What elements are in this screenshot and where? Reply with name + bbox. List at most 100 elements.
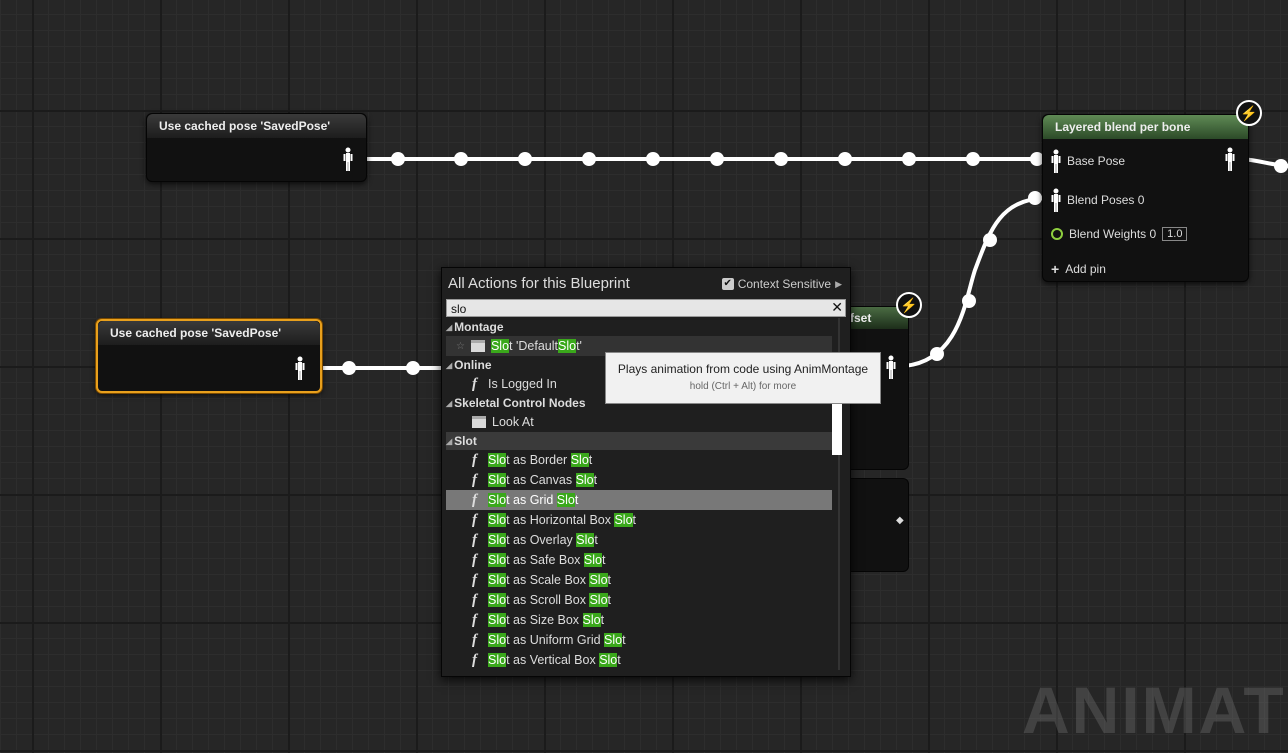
action-item[interactable]: f Slot as Size Box Slot xyxy=(446,610,832,630)
reroute-knot xyxy=(902,152,916,166)
action-item[interactable]: f Slot as Scroll Box Slot xyxy=(446,590,832,610)
function-icon: f xyxy=(472,375,477,392)
reroute-knot xyxy=(582,152,596,166)
function-icon: f xyxy=(472,591,477,608)
expand-triangle-icon[interactable]: ◢ xyxy=(446,323,452,332)
diamond-pin-icon[interactable]: ◆ xyxy=(896,515,904,526)
expand-triangle-icon[interactable]: ◢ xyxy=(446,399,452,408)
category-montage[interactable]: ◢ Montage xyxy=(446,318,832,336)
blend-weight-value[interactable]: 1.0 xyxy=(1162,227,1188,241)
action-item[interactable]: f Slot as Canvas Slot xyxy=(446,470,832,490)
clear-search-icon[interactable]: ✕ xyxy=(831,299,843,316)
expand-triangle-icon[interactable]: ◢ xyxy=(446,437,452,446)
float-pin-icon[interactable] xyxy=(1051,228,1063,240)
reroute-knot xyxy=(930,347,944,361)
lightning-icon: ⚡ xyxy=(896,292,922,318)
action-label: Slot as Scroll Box Slot xyxy=(488,593,612,607)
action-item[interactable]: f Slot as Uniform Grid Slot xyxy=(446,630,832,650)
node-title: Layered blend per bone xyxy=(1043,115,1248,139)
category-label: Montage xyxy=(454,320,504,334)
node-title: Use cached pose 'SavedPose' xyxy=(147,114,366,138)
reroute-knot xyxy=(962,294,976,308)
action-item[interactable]: f Slot as Safe Box Slot xyxy=(446,550,832,570)
category-slot[interactable]: ◢ Slot xyxy=(446,432,832,450)
action-label: Slot 'DefaultSlot' xyxy=(490,339,582,353)
action-item[interactable]: f Slot as Border Slot xyxy=(446,450,832,470)
pose-output-pin-icon[interactable] xyxy=(886,355,896,379)
function-icon: f xyxy=(472,531,477,548)
search-input[interactable] xyxy=(447,301,825,317)
reroute-knot xyxy=(391,152,405,166)
action-label: Is Logged In xyxy=(488,377,557,391)
action-label: Slot as Size Box Slot xyxy=(488,613,605,627)
add-pin-label: Add pin xyxy=(1065,262,1106,276)
action-label: Slot as Overlay Slot xyxy=(488,533,598,547)
reroute-knot xyxy=(518,152,532,166)
action-label: Slot as Border Slot xyxy=(488,453,593,467)
reroute-knot xyxy=(966,152,980,166)
function-icon: f xyxy=(472,611,477,628)
context-sensitive-toggle[interactable]: ✔ Context Sensitive ▶ xyxy=(721,277,842,291)
node-icon xyxy=(472,416,486,428)
action-label: Slot as Vertical Box Slot xyxy=(488,653,621,667)
category-label: Online xyxy=(454,358,492,372)
pose-output-pin-icon[interactable] xyxy=(343,147,353,171)
search-box[interactable]: ✕ xyxy=(446,299,846,317)
blueprint-action-menu[interactable]: All Actions for this Blueprint ✔ Context… xyxy=(441,267,851,677)
expand-triangle-icon[interactable]: ◢ xyxy=(446,361,452,370)
layered-blend-node[interactable]: Layered blend per bone Base Pose Blend P… xyxy=(1042,114,1249,282)
pin-label: Blend Poses 0 xyxy=(1067,193,1145,207)
checkbox-checked-icon[interactable]: ✔ xyxy=(721,278,734,290)
action-label: Slot as Scale Box Slot xyxy=(488,573,612,587)
action-label: Slot as Safe Box Slot xyxy=(488,553,606,567)
tooltip-text: Plays animation from code using AnimMont… xyxy=(617,362,869,376)
action-item[interactable]: f Slot as Scale Box Slot xyxy=(446,570,832,590)
context-sensitive-label: Context Sensitive xyxy=(737,277,832,291)
add-pin-button[interactable]: + Add pin xyxy=(1051,261,1106,277)
star-icon[interactable]: ☆ xyxy=(456,341,465,352)
function-icon: f xyxy=(472,571,477,588)
reroute-knot xyxy=(983,233,997,247)
pose-output-pin-icon[interactable] xyxy=(295,356,305,380)
tooltip-hint: hold (Ctrl + Alt) for more xyxy=(689,381,797,392)
cached-pose-node-top[interactable]: Use cached pose 'SavedPose' xyxy=(146,113,367,182)
action-tooltip: Plays animation from code using AnimMont… xyxy=(605,352,881,404)
chevron-right-icon[interactable]: ▶ xyxy=(835,279,842,290)
action-item[interactable]: f Slot as Overlay Slot xyxy=(446,530,832,550)
node-title: Use cached pose 'SavedPose' xyxy=(98,321,320,345)
action-item[interactable]: Look At xyxy=(446,412,832,432)
node-icon xyxy=(470,340,485,352)
action-label: Slot as Horizontal Box Slot xyxy=(488,513,637,527)
cached-pose-node-bottom[interactable]: Use cached pose 'SavedPose' xyxy=(96,319,322,393)
pin-label: Base Pose xyxy=(1067,154,1126,168)
pose-input-pin-icon[interactable] xyxy=(1051,188,1061,212)
function-icon: f xyxy=(472,491,477,508)
action-item[interactable]: f Slot as Horizontal Box Slot xyxy=(446,510,832,530)
wire-blend-poses xyxy=(904,196,1046,368)
graph-type-watermark: ANIMATION xyxy=(1022,673,1288,747)
action-label: Look At xyxy=(492,415,534,429)
action-item-hovered[interactable]: f Slot as Grid Slot xyxy=(446,490,832,510)
pose-input-pin-icon[interactable] xyxy=(1051,149,1061,173)
category-label: Skeletal Control Nodes xyxy=(454,396,586,410)
reroute-knot xyxy=(774,152,788,166)
blend-weights-pin[interactable]: Blend Weights 0 1.0 xyxy=(1051,227,1188,241)
base-pose-pin[interactable]: Base Pose xyxy=(1051,149,1125,173)
scrollbar-thumb[interactable] xyxy=(832,403,842,455)
menu-title: All Actions for this Blueprint xyxy=(448,275,630,292)
pin-label: Blend Weights 0 xyxy=(1069,227,1157,241)
hidden-node-lower[interactable]: ◆ xyxy=(849,478,909,572)
reroute-knot xyxy=(1028,191,1042,205)
reroute-knot xyxy=(342,361,356,375)
blend-poses-pin[interactable]: Blend Poses 0 xyxy=(1051,188,1144,212)
function-icon: f xyxy=(472,651,477,668)
pose-output-pin-icon[interactable] xyxy=(1225,147,1235,171)
reroute-knot xyxy=(406,361,420,375)
action-item[interactable]: f Slot as Vertical Box Slot xyxy=(446,650,832,670)
function-icon: f xyxy=(472,471,477,488)
lightning-icon: ⚡ xyxy=(1236,100,1262,126)
category-label: Slot xyxy=(454,434,477,448)
function-icon: f xyxy=(472,451,477,468)
plus-icon: + xyxy=(1051,261,1060,277)
reroute-knot xyxy=(710,152,724,166)
